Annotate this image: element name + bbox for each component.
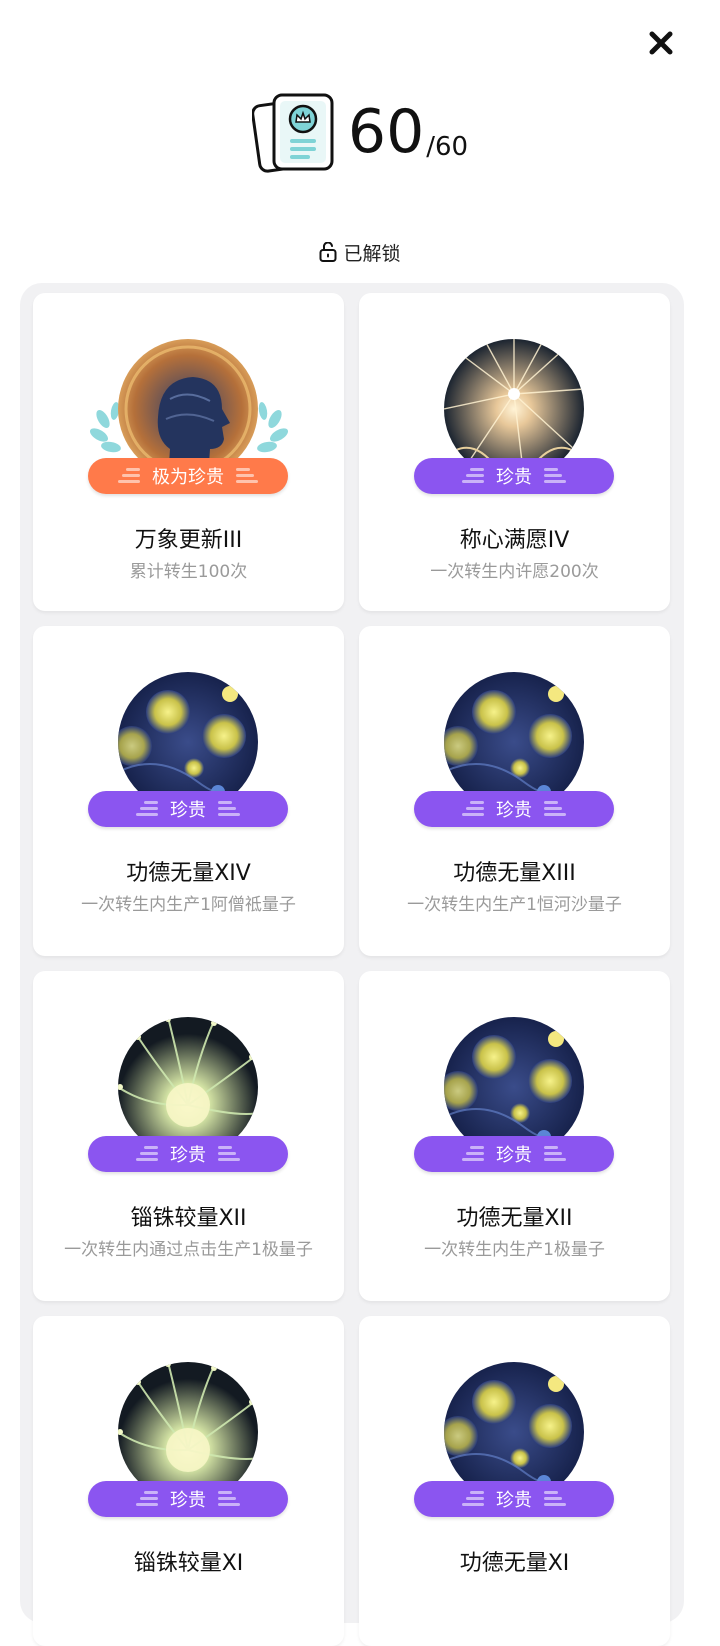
rarity-label: 珍贵 <box>170 800 206 821</box>
achievement-card[interactable]: 珍贵 锱铢较量XI <box>33 1316 344 1646</box>
achievement-card[interactable]: 珍贵 功德无量XIII 一次转生内生产1恒河沙量子 <box>359 626 670 956</box>
rarity-bars-icon <box>236 468 258 483</box>
unlock-icon <box>319 242 337 262</box>
achievement-grid: 极为珍贵 万象更新III 累计转生100次 珍贵 称心满愿IV 一次转生内许愿2… <box>20 283 684 1646</box>
rarity-bars-icon <box>218 1491 240 1506</box>
rarity-bars-icon <box>462 1491 484 1506</box>
rarity-bars-icon <box>136 1491 158 1506</box>
achievement-desc: 一次转生内生产1恒河沙量子 <box>407 895 622 915</box>
rarity-badge: 珍贵 <box>88 791 288 827</box>
achievement-count-header: 60 /60 <box>0 92 720 173</box>
rarity-label: 珍贵 <box>496 800 532 821</box>
rarity-label: 珍贵 <box>496 1145 532 1166</box>
achievement-title: 功德无量XIV <box>126 861 251 886</box>
achievement-card[interactable]: 珍贵 锱铢较量XII 一次转生内通过点击生产1极量子 <box>33 971 344 1301</box>
close-button[interactable] <box>646 28 676 58</box>
rarity-bars-icon <box>462 468 484 483</box>
achievement-title: 锱铢较量XI <box>133 1551 244 1576</box>
unlocked-label: 已解锁 <box>343 242 401 265</box>
rarity-badge: 珍贵 <box>414 791 614 827</box>
rarity-badge: 极为珍贵 <box>88 458 288 494</box>
achievement-card[interactable]: 珍贵 功德无量XII 一次转生内生产1极量子 <box>359 971 670 1301</box>
card-collection-icon <box>251 93 334 173</box>
rarity-bars-icon <box>462 1146 484 1161</box>
rarity-bars-icon <box>218 1146 240 1161</box>
achievement-title: 称心满愿IV <box>459 528 570 553</box>
achievement-desc: 一次转生内生产1阿僧祗量子 <box>81 895 296 915</box>
rarity-badge: 珍贵 <box>88 1136 288 1172</box>
achievement-card[interactable]: 珍贵 称心满愿IV 一次转生内许愿200次 <box>359 293 670 611</box>
achievement-desc: 累计转生100次 <box>129 562 248 582</box>
rarity-bars-icon <box>544 1491 566 1506</box>
achievement-title: 功德无量XI <box>459 1551 570 1576</box>
achievement-title: 万象更新III <box>134 528 243 553</box>
achievement-desc: 一次转生内许愿200次 <box>430 562 599 582</box>
rarity-bars-icon <box>544 1146 566 1161</box>
rarity-label: 珍贵 <box>496 467 532 488</box>
rarity-bars-icon <box>544 801 566 816</box>
achievement-card[interactable]: 极为珍贵 万象更新III 累计转生100次 <box>33 293 344 611</box>
rarity-label: 珍贵 <box>170 1145 206 1166</box>
achievement-title: 功德无量XII <box>456 1206 573 1231</box>
rarity-bars-icon <box>136 801 158 816</box>
rarity-label: 珍贵 <box>170 1490 206 1511</box>
rarity-label: 珍贵 <box>496 1490 532 1511</box>
rarity-bars-icon <box>218 801 240 816</box>
unlocked-filter[interactable]: 已解锁 <box>0 238 720 266</box>
rarity-bars-icon <box>118 468 140 483</box>
rarity-bars-icon <box>462 801 484 816</box>
rarity-badge: 珍贵 <box>88 1481 288 1517</box>
total-count: /60 <box>426 132 469 162</box>
rarity-badge: 珍贵 <box>414 1481 614 1517</box>
achievement-title: 锱铢较量XII <box>130 1206 247 1231</box>
achievement-desc: 一次转生内生产1极量子 <box>424 1240 605 1260</box>
rarity-bars-icon <box>544 468 566 483</box>
close-icon <box>649 31 673 55</box>
rarity-bars-icon <box>136 1146 158 1161</box>
rarity-badge: 珍贵 <box>414 1136 614 1172</box>
rarity-badge: 珍贵 <box>414 458 614 494</box>
rarity-label: 极为珍贵 <box>152 467 224 488</box>
achievement-title: 功德无量XIII <box>453 861 576 886</box>
achievement-card[interactable]: 珍贵 功德无量XIV 一次转生内生产1阿僧祗量子 <box>33 626 344 956</box>
achievement-card[interactable]: 珍贵 功德无量XI <box>359 1316 670 1646</box>
unlocked-count: 60 <box>347 97 425 167</box>
achievement-desc: 一次转生内通过点击生产1极量子 <box>64 1240 313 1260</box>
